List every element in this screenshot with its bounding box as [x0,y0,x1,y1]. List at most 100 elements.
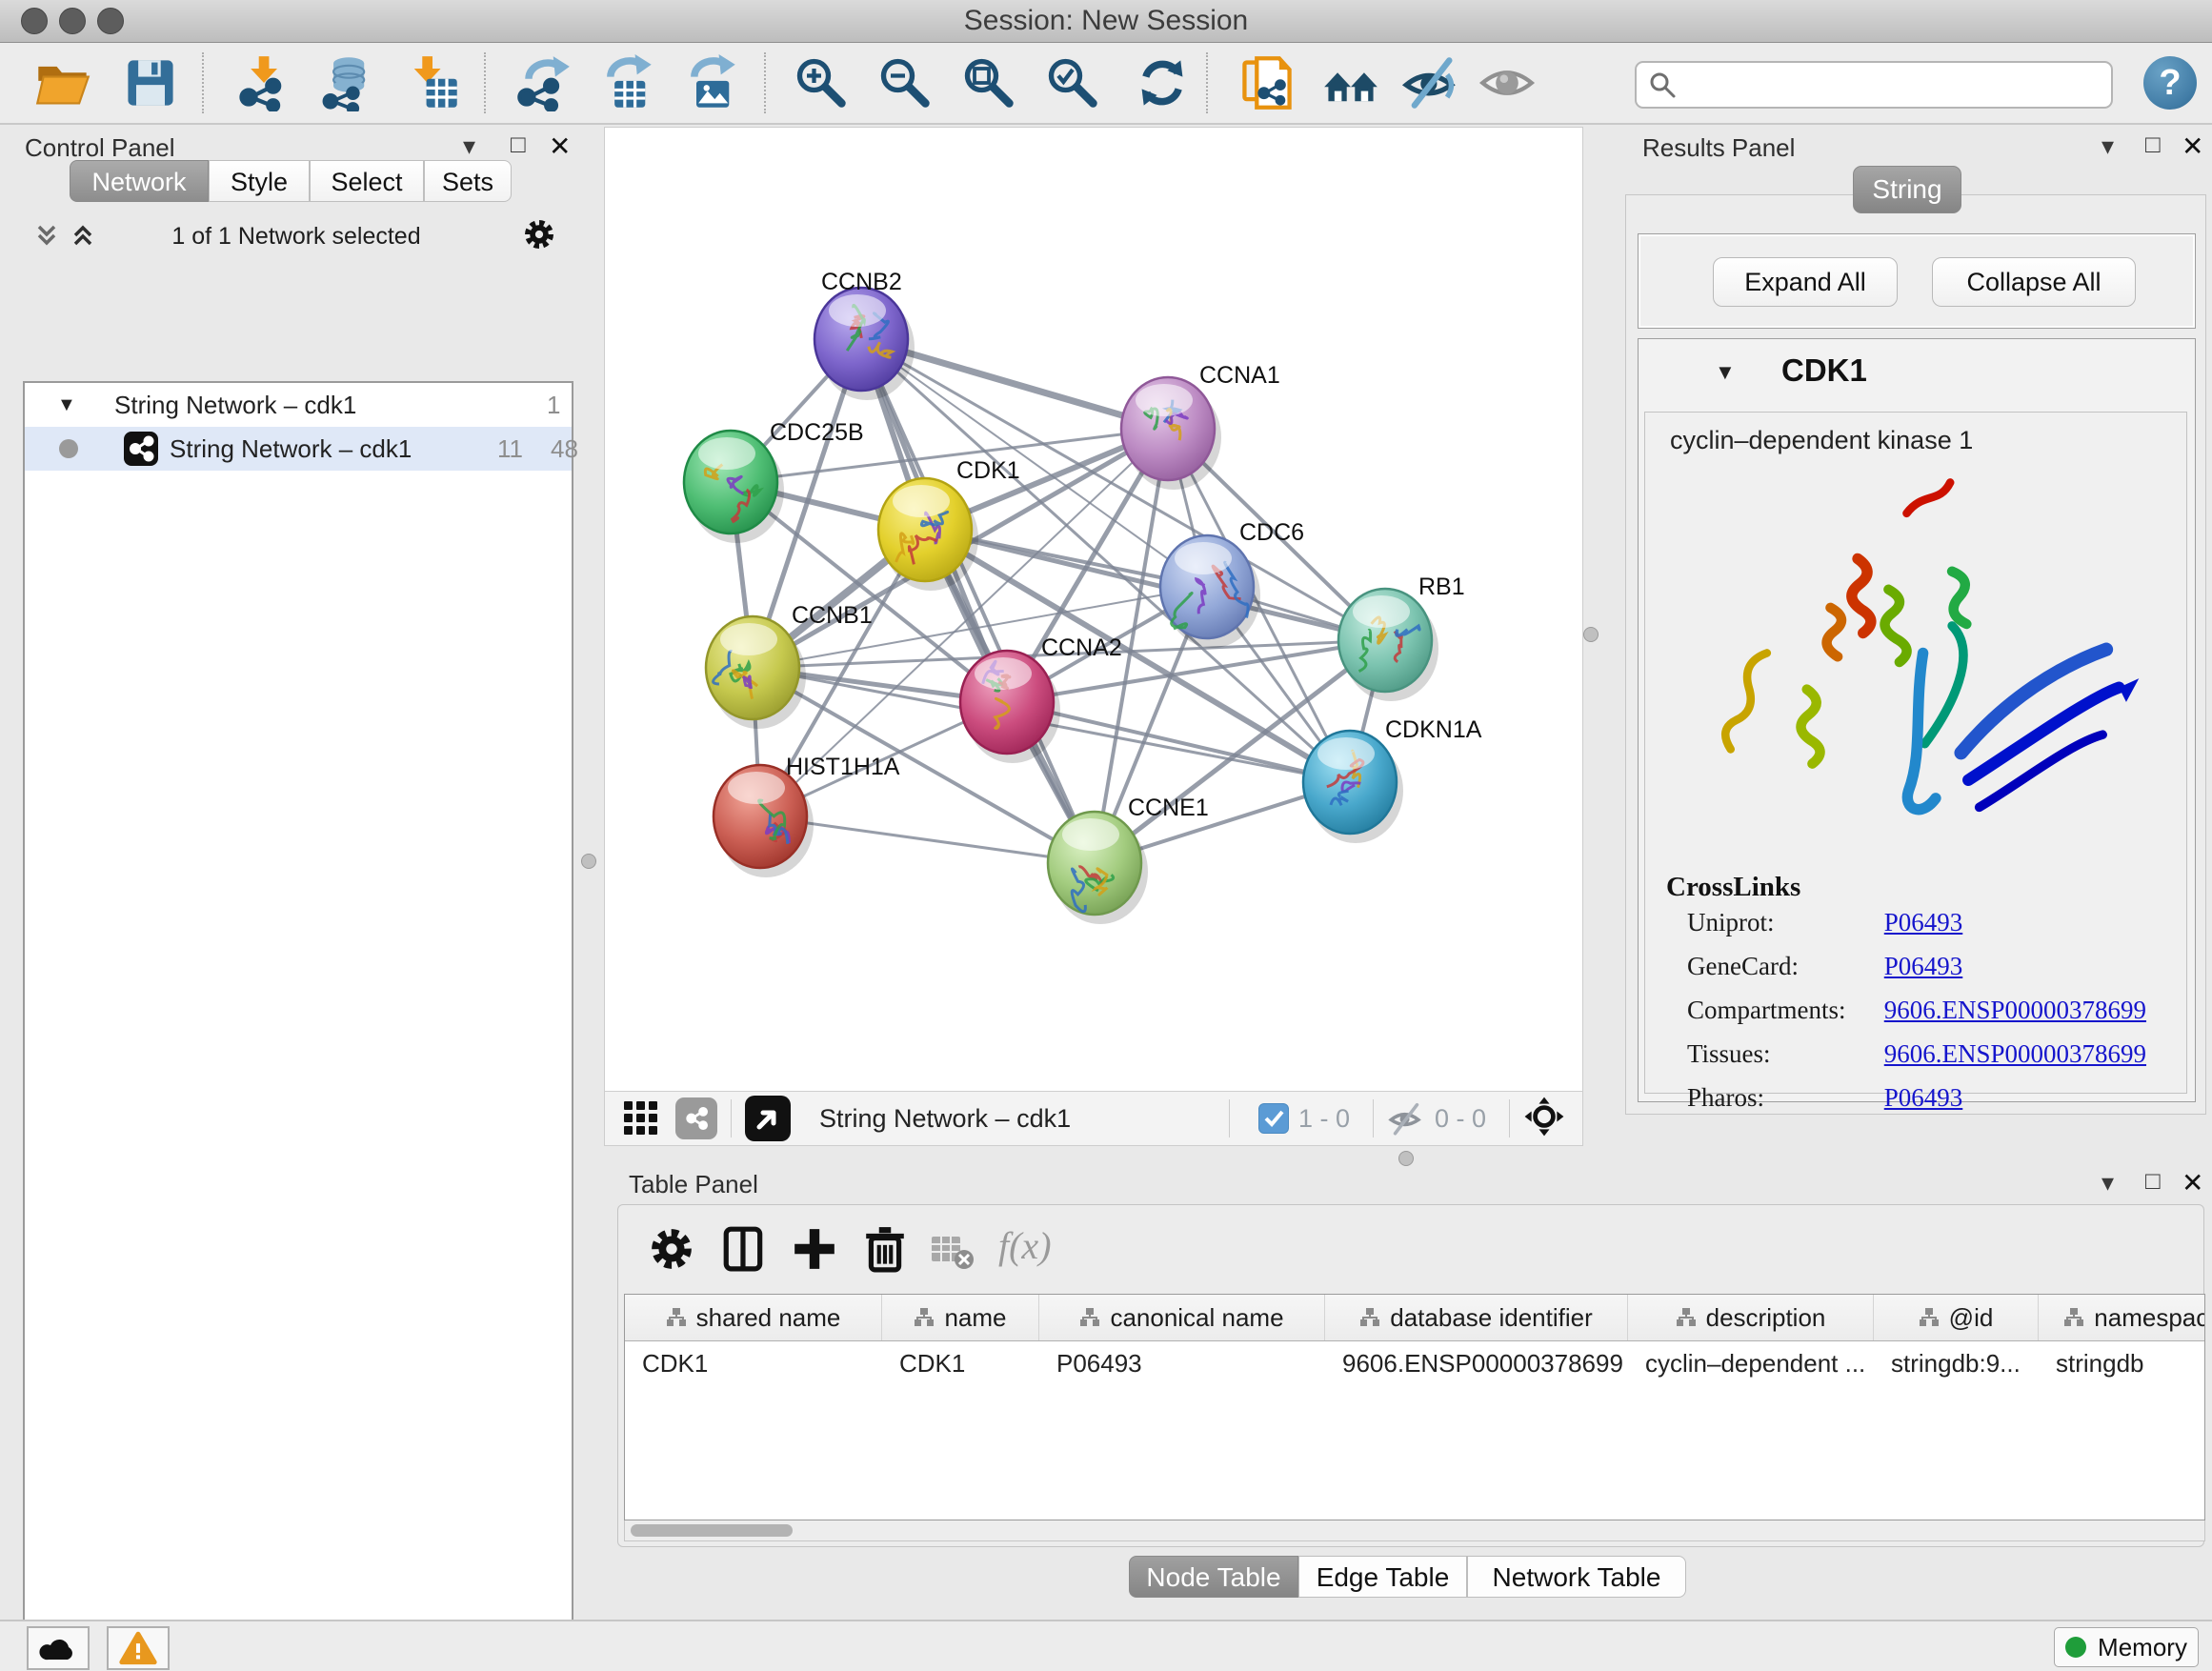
tree-expand-icon[interactable]: ▼ [1715,360,1736,385]
uniprot-link[interactable]: P06493 [1884,908,1963,936]
tab-edge-table[interactable]: Edge Table [1298,1556,1467,1598]
import-string-network-button[interactable] [1238,54,1296,111]
table-cell[interactable]: stringdb [2039,1341,2205,1385]
network-canvas[interactable]: CCNB2CCNA1CDC25BCDK1CDC6RB1CCNB1CCNA2CDK… [605,128,1582,1092]
network-options-button[interactable] [522,217,556,256]
network-node-label: CCNB2 [821,269,902,295]
table-cell[interactable]: cyclin–dependent ... [1628,1341,1874,1385]
tab-string-results[interactable]: String [1853,166,1961,213]
close-panel-icon[interactable]: ✕ [2182,1167,2203,1198]
compartments-link[interactable]: 9606.ENSP00000378699 [1884,996,2146,1024]
panel-menu-icon[interactable]: ▾ [2101,1168,2114,1198]
tab-sets[interactable]: Sets [424,160,512,202]
genecard-link[interactable]: P06493 [1884,952,1963,980]
network-edge-CCNB2-CCNE1[interactable] [861,339,1095,863]
table-cell[interactable]: stringdb:9... [1874,1341,2039,1385]
float-panel-icon[interactable]: □ [2145,1166,2161,1196]
fit-content-button[interactable] [960,54,1017,111]
zoom-in-button[interactable] [793,54,850,111]
collapse-all-button[interactable]: Collapse All [1932,257,2136,307]
main-toolbar: ? [0,43,2212,125]
string-style-button[interactable] [675,1097,717,1139]
column-header--id[interactable]: @id [1874,1295,2039,1340]
table-row[interactable]: CDK1CDK1P064939606.ENSP00000378699cyclin… [625,1341,2204,1385]
table-cell[interactable]: 9606.ENSP00000378699 [1325,1341,1628,1385]
network-node-CCNB2[interactable]: CCNB2 [814,269,915,400]
network-node-CDKN1A[interactable]: CDKN1A [1303,716,1482,843]
network-collection-row[interactable]: ▼ String Network – cdk1 1 [25,383,572,427]
zoom-selected-button[interactable] [1044,54,1101,111]
tab-node-table[interactable]: Node Table [1129,1556,1298,1598]
close-panel-icon[interactable]: ✕ [2182,131,2203,162]
show-all-button[interactable] [1478,54,1536,111]
network-node-CDC25B[interactable]: CDC25B [684,419,864,543]
close-panel-icon[interactable]: ✕ [549,131,571,162]
column-header-canonical-name[interactable]: canonical name [1039,1295,1325,1340]
collection-count: 1 [547,383,560,427]
function-builder-button[interactable]: f(x) [998,1223,1052,1268]
tab-style[interactable]: Style [209,160,310,202]
import-network-database-button[interactable] [318,54,375,111]
eye-slash-icon [1402,54,1459,111]
column-header-namespace[interactable]: namespace [2039,1295,2205,1340]
help-button[interactable]: ? [2143,56,2197,110]
selected-checkbox[interactable] [1258,1103,1289,1134]
cloud-status-button[interactable] [27,1626,90,1670]
table-hscrollbar[interactable] [624,1520,2205,1541]
network-edge-CDK1-RB1[interactable] [925,530,1385,640]
network-node-CCNA1[interactable]: CCNA1 [1121,362,1280,490]
birds-eye-view-button[interactable] [745,1096,791,1141]
warnings-button[interactable] [107,1626,170,1670]
tree-expand-icon[interactable]: ▼ [57,383,76,427]
tab-network-table[interactable]: Network Table [1467,1556,1686,1598]
network-node-HIST1H1A[interactable]: HIST1H1A [714,754,900,877]
status-bar: Memory [0,1620,2212,1671]
column-header-name[interactable]: name [882,1295,1039,1340]
save-session-button[interactable] [122,54,179,111]
grid-view-button[interactable] [622,1097,660,1140]
panel-menu-icon[interactable]: ▾ [463,131,475,161]
splitter-handle[interactable] [581,854,596,869]
tissues-link[interactable]: 9606.ENSP00000378699 [1884,1039,2146,1068]
delete-column-button[interactable] [861,1225,909,1278]
zoom-fit-icon [960,54,1017,111]
string-home-button[interactable] [1322,54,1379,111]
splitter-handle[interactable] [1583,627,1599,642]
search-input[interactable] [1684,65,2098,103]
table-cell[interactable]: CDK1 [625,1341,882,1385]
column-header-database-identifier[interactable]: database identifier [1325,1295,1628,1340]
import-table-file-button[interactable] [404,54,461,111]
crosslink-row: Pharos: P06493 [1687,1076,1962,1119]
expand-all-button[interactable]: Expand All [1713,257,1898,307]
table-cell[interactable]: CDK1 [882,1341,1039,1385]
scrollbar-thumb[interactable] [631,1524,793,1537]
network-row[interactable]: String Network – cdk1 11 48 [25,427,572,471]
float-panel-icon[interactable]: □ [511,130,526,159]
export-table-file-button[interactable] [598,54,655,111]
delete-table-button[interactable] [930,1231,975,1278]
refresh-view-button[interactable] [1134,54,1191,111]
column-header-description[interactable]: description [1628,1295,1874,1340]
pharos-link[interactable]: P06493 [1884,1083,1963,1112]
memory-button[interactable]: Memory [2054,1627,2199,1667]
fit-selected-button[interactable] [1523,1096,1565,1142]
import-network-file-button[interactable] [234,54,292,111]
table-cell[interactable]: P06493 [1039,1341,1325,1385]
tab-network[interactable]: Network [70,160,209,202]
export-network-file-button[interactable] [514,54,572,111]
plus-icon [791,1225,838,1273]
create-column-button[interactable] [791,1225,838,1278]
network-node-RB1[interactable]: RB1 [1338,574,1465,701]
network-node-CDC6[interactable]: CDC6 [1160,519,1304,648]
panel-menu-icon[interactable]: ▾ [2101,131,2114,161]
hide-selected-button[interactable] [1402,54,1459,111]
zoom-out-button[interactable] [876,54,934,111]
export-image-button[interactable] [682,54,739,111]
table-options-button[interactable] [648,1225,695,1278]
open-file-button[interactable] [34,54,91,111]
column-header-shared-name[interactable]: shared name [625,1295,882,1340]
float-panel-icon[interactable]: □ [2145,130,2161,159]
tab-select[interactable]: Select [310,160,424,202]
network-view: CCNB2CCNA1CDC25BCDK1CDC6RB1CCNB1CCNA2CDK… [604,127,1583,1146]
show-columns-button[interactable] [720,1225,768,1278]
